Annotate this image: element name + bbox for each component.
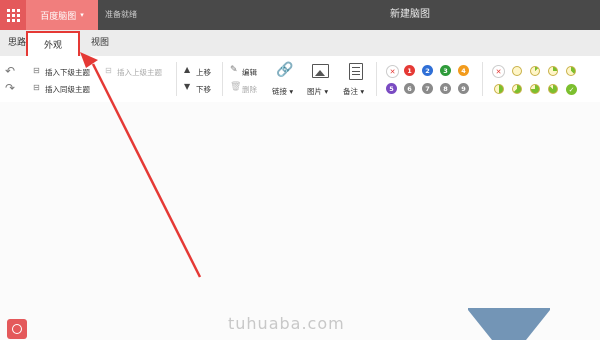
annotation-arrow: [80, 52, 202, 278]
root-topic-node[interactable]: [468, 308, 550, 340]
watermark: tuhuaba.com: [228, 314, 345, 333]
feedback-button[interactable]: [7, 319, 27, 339]
circle-icon: [12, 324, 22, 334]
